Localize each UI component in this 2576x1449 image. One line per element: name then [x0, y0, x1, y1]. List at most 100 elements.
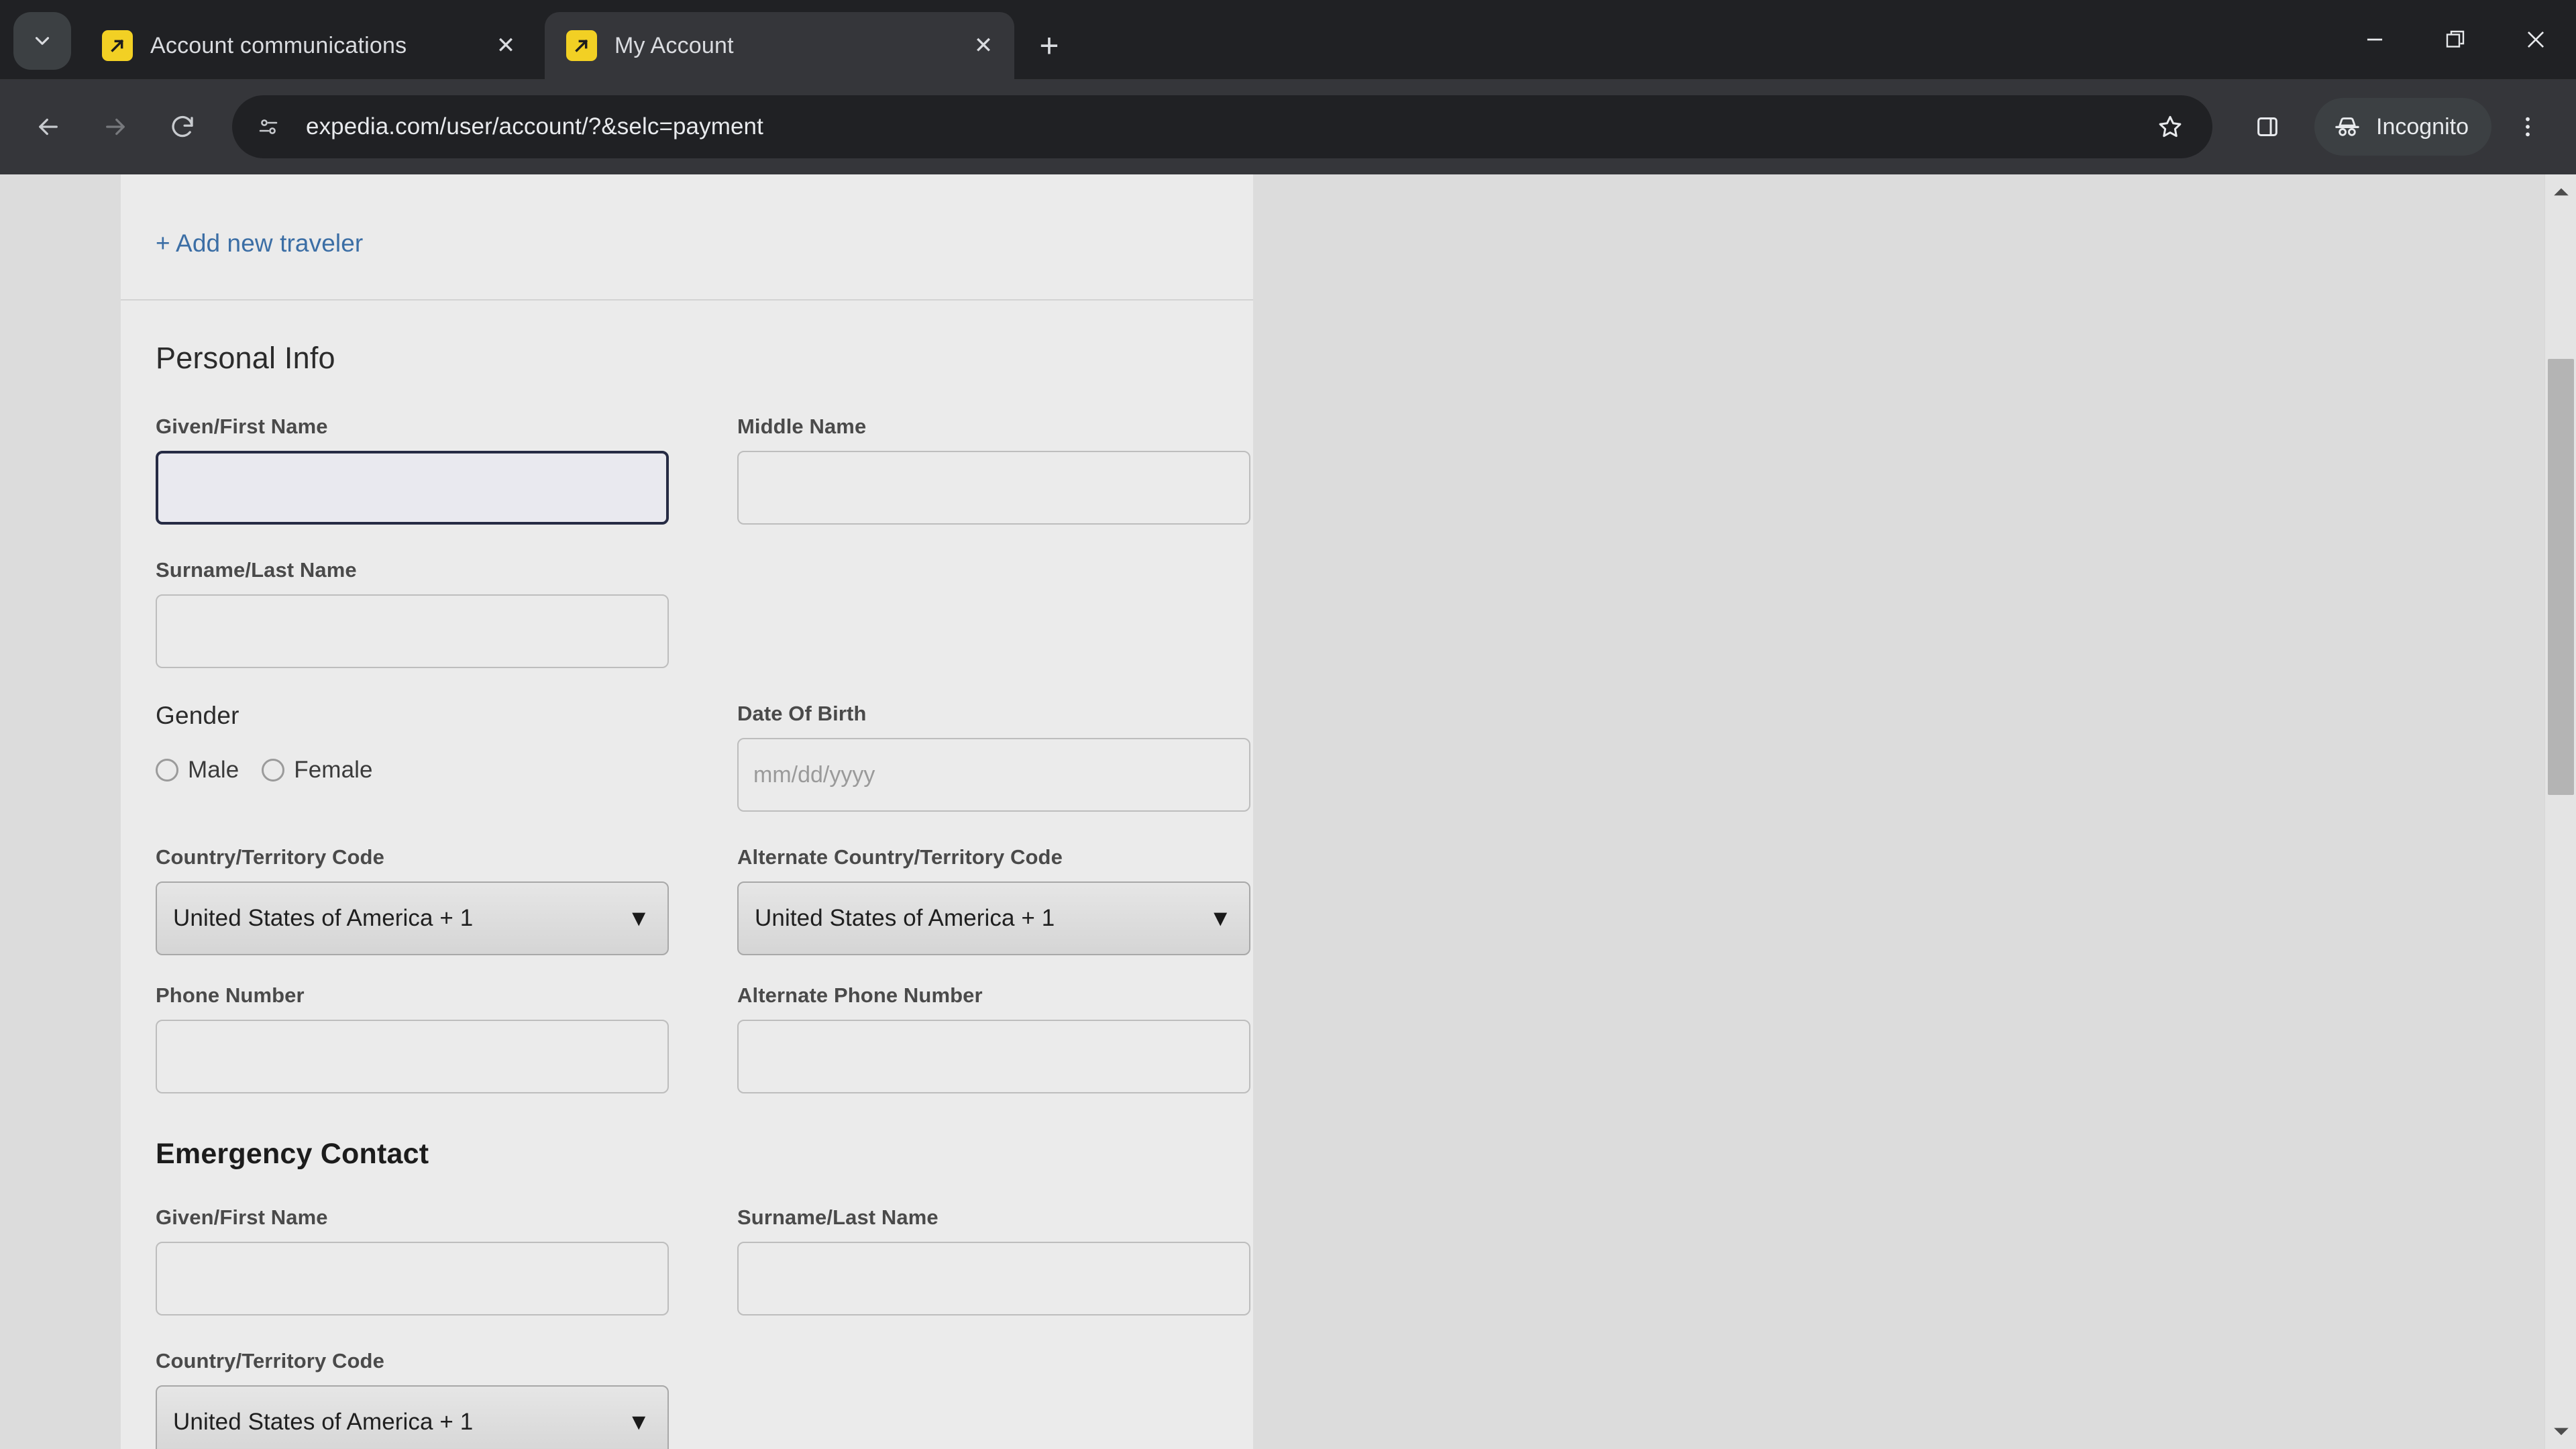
country-code-select[interactable]: United States of America + 1 ▼ — [156, 881, 669, 955]
given-name-input[interactable] — [156, 451, 669, 525]
reload-icon — [172, 115, 193, 138]
three-dot-menu-icon — [2526, 117, 2530, 137]
chevron-down-icon: ▼ — [627, 906, 650, 931]
site-settings-icon — [259, 119, 278, 134]
middle-name-field: Middle Name — [737, 415, 1284, 525]
scrollbar-thumb[interactable] — [2548, 359, 2574, 795]
radio-icon — [156, 759, 178, 782]
star-icon — [2159, 115, 2182, 138]
gender-radio-group: Male Female — [156, 742, 702, 784]
chrome-menu-button[interactable] — [2496, 95, 2560, 159]
side-panel-button[interactable] — [2235, 95, 2300, 159]
restore-icon — [2446, 30, 2465, 48]
alt-country-code-select[interactable]: United States of America + 1 ▼ — [737, 881, 1250, 955]
emergency-contact-heading: Emergency Contact — [156, 1138, 429, 1170]
emergency-country-code-row: Country/Territory Code United States of … — [156, 1349, 1253, 1449]
close-window-button[interactable] — [2496, 0, 2576, 79]
tab-close-button[interactable]: ✕ — [487, 27, 525, 64]
reload-button[interactable] — [150, 95, 215, 159]
address-bar[interactable]: expedia.com/user/account/?&selc=payment — [232, 95, 2212, 158]
date-of-birth-input[interactable] — [737, 738, 1250, 812]
emergency-country-code-field: Country/Territory Code United States of … — [156, 1349, 702, 1449]
minimize-button[interactable] — [2334, 0, 2415, 79]
close-icon — [2527, 31, 2544, 48]
new-tab-button[interactable]: + — [1025, 21, 1073, 70]
emergency-surname-label: Surname/Last Name — [737, 1205, 938, 1229]
chevron-down-icon: ▼ — [627, 1409, 650, 1435]
gender-option-female[interactable]: Female — [262, 757, 372, 784]
url-text[interactable]: expedia.com/user/account/?&selc=payment — [306, 113, 2141, 140]
traveler-form-card: + Add new traveler Personal Info Given/F… — [121, 174, 1253, 1449]
emergency-name-row: Given/First Name Surname/Last Name — [156, 1205, 1253, 1349]
bookmark-button[interactable] — [2141, 98, 2199, 156]
phone-row: Phone Number Alternate Phone Number — [156, 983, 1253, 1127]
phone-number-field: Phone Number — [156, 983, 702, 1093]
chevron-down-icon — [35, 37, 50, 45]
country-code-label: Country/Territory Code — [156, 845, 384, 869]
emergency-country-code-label: Country/Territory Code — [156, 1349, 384, 1373]
emergency-given-name-input[interactable] — [156, 1242, 669, 1316]
back-button[interactable] — [16, 95, 80, 159]
page-viewport: + Add new traveler Personal Info Given/F… — [0, 174, 2576, 1449]
emergency-country-code-value: United States of America + 1 — [173, 1409, 474, 1435]
emergency-country-code-select[interactable]: United States of America + 1 ▼ — [156, 1385, 669, 1449]
incognito-indicator[interactable]: Incognito — [2314, 98, 2491, 156]
personal-info-heading: Personal Info — [156, 341, 335, 375]
given-name-field: Given/First Name — [156, 415, 702, 525]
tab-strip: Account communications ✕ My Account ✕ + — [0, 0, 2576, 79]
country-code-field: Country/Territory Code United States of … — [156, 845, 702, 955]
date-of-birth-field: Date Of Birth — [737, 702, 1284, 812]
page-scrollbar[interactable] — [2544, 174, 2576, 1449]
forward-button[interactable] — [83, 95, 148, 159]
tab-title: Account communications — [150, 32, 407, 58]
tab-my-account[interactable]: My Account ✕ — [545, 12, 1014, 79]
middle-name-input[interactable] — [737, 451, 1250, 525]
emergency-surname-field: Surname/Last Name — [737, 1205, 1284, 1316]
name-row: Given/First Name Middle Name — [156, 415, 1253, 558]
gender-field: Gender Male Female — [156, 702, 702, 812]
add-new-traveler-link[interactable]: + Add new traveler — [156, 229, 363, 258]
country-code-row: Country/Territory Code United States of … — [156, 845, 1253, 983]
add-traveler-section: + Add new traveler — [121, 174, 1253, 301]
traveler-form-body: Personal Info Given/First Name Middle Na… — [121, 301, 1253, 1449]
surname-field: Surname/Last Name — [156, 558, 702, 668]
page-content: + Add new traveler Personal Info Given/F… — [0, 174, 2544, 1449]
site-settings-button[interactable] — [244, 103, 292, 151]
gender-option-male-label: Male — [188, 757, 239, 783]
search-tabs-button[interactable] — [13, 12, 71, 70]
gender-label: Gender — [156, 702, 239, 729]
incognito-label: Incognito — [2376, 113, 2469, 140]
scroll-down-button[interactable] — [2545, 1414, 2576, 1449]
surname-row: Surname/Last Name — [156, 558, 1253, 702]
tab-title: My Account — [614, 32, 734, 58]
middle-name-label: Middle Name — [737, 415, 867, 438]
maximize-restore-button[interactable] — [2415, 0, 2496, 79]
alt-phone-number-field: Alternate Phone Number — [737, 983, 1284, 1093]
minimize-icon — [2367, 38, 2383, 41]
tab-account-communications[interactable]: Account communications ✕ — [80, 12, 537, 79]
gender-option-female-label: Female — [294, 757, 373, 783]
alt-phone-number-label: Alternate Phone Number — [737, 983, 983, 1007]
surname-input[interactable] — [156, 594, 669, 668]
scroll-down-arrow-icon — [2553, 1428, 2569, 1436]
expedia-icon — [566, 30, 597, 61]
window-controls — [2334, 0, 2576, 79]
chevron-down-icon: ▼ — [1209, 906, 1232, 931]
emergency-surname-input[interactable] — [737, 1242, 1250, 1316]
scroll-up-arrow-icon — [2553, 188, 2569, 196]
emergency-given-name-label: Given/First Name — [156, 1205, 328, 1229]
phone-number-input[interactable] — [156, 1020, 669, 1093]
scroll-up-button[interactable] — [2545, 174, 2576, 209]
browser-window: Account communications ✕ My Account ✕ + — [0, 0, 2576, 1449]
gender-option-male[interactable]: Male — [156, 757, 239, 784]
browser-toolbar: expedia.com/user/account/?&selc=payment … — [0, 79, 2576, 174]
surname-row-spacer — [737, 558, 1284, 702]
tab-close-button[interactable]: ✕ — [965, 27, 1002, 64]
alt-country-code-field: Alternate Country/Territory Code United … — [737, 845, 1284, 955]
phone-number-label: Phone Number — [156, 983, 305, 1007]
surname-label: Surname/Last Name — [156, 558, 357, 582]
date-of-birth-label: Date Of Birth — [737, 702, 867, 725]
side-panel-icon — [2257, 117, 2277, 136]
expedia-icon — [102, 30, 133, 61]
alt-phone-number-input[interactable] — [737, 1020, 1250, 1093]
